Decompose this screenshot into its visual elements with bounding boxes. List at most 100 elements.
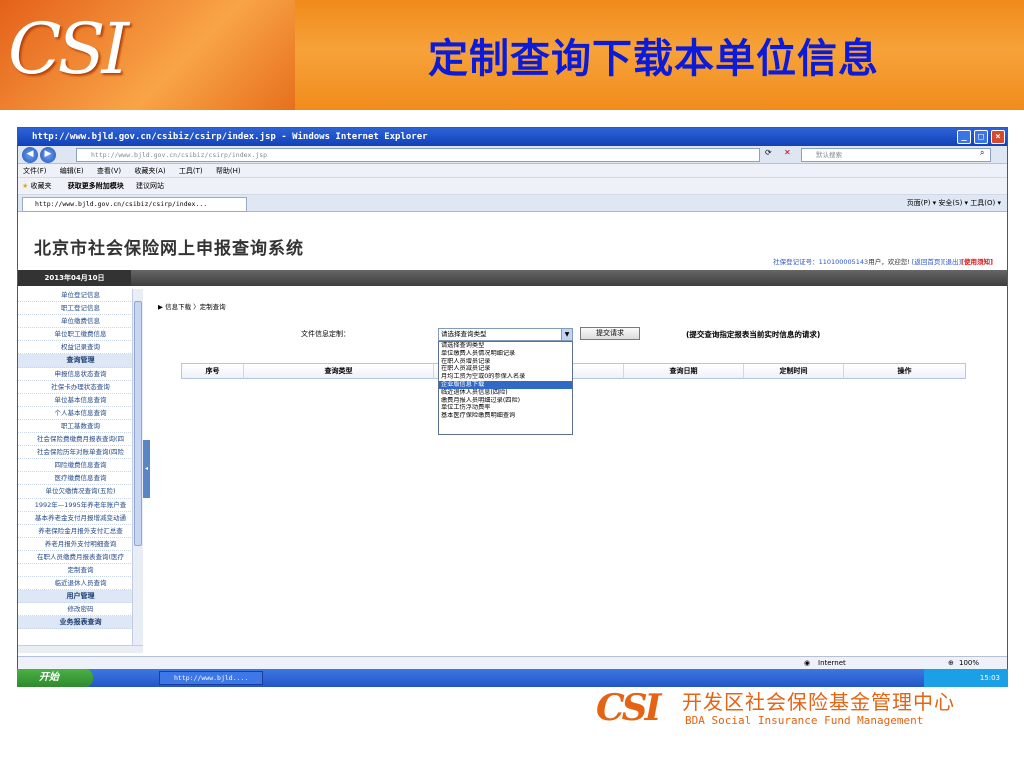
user-info: 社保登记证号：110100005143用户，欢迎您! [返回首页][退出][使用… [773, 256, 993, 266]
submit-button[interactable]: 提交请求 [580, 327, 640, 340]
col-header: 查询类型 [244, 364, 434, 378]
favorites-button[interactable]: 收藏夹 [31, 182, 52, 190]
command-bar[interactable]: 页面(P) ▾ 安全(S) ▾ 工具(O) ▾ [907, 195, 1001, 212]
home-link[interactable]: [返回首页] [912, 258, 943, 266]
sidebar-item[interactable]: 单位登记信息 [18, 289, 143, 303]
csi-logo: CSI [0, 0, 295, 110]
exit-link[interactable]: [退出] [943, 258, 961, 266]
sidebar-item[interactable]: 在职人员缴费月报表查询(医疗 [18, 551, 143, 564]
tab-current[interactable]: http://www.bjld.gov.cn/csibiz/csirp/inde… [22, 197, 247, 212]
taskbar-ie-item[interactable]: http://www.bjld.... [159, 671, 263, 685]
sidebar-item[interactable]: 单位职工缴费信息 [18, 328, 143, 342]
sidebar-item[interactable]: 申报信息状态查询 [18, 368, 143, 381]
dropdown-option[interactable]: 临近退休人员信息(四险) [439, 389, 572, 397]
minimize-button[interactable]: _ [957, 130, 971, 144]
sidebar-item[interactable]: 1992年—1995年养老年账户查 [18, 499, 143, 512]
breadcrumb: ▶ 信息下载 〉定制查询 [158, 303, 226, 311]
window-titlebar: http://www.bjld.gov.cn/csibiz/csirp/inde… [18, 128, 1007, 146]
start-button[interactable]: 开始 [17, 669, 93, 687]
query-type-dropdown[interactable]: 请选择查询类型 单位缴费人员情况明细记录 在职人员增员记录 在职人员减员记录 月均工资为… [438, 341, 573, 435]
sidebar-item[interactable]: 单位缴费信息 [18, 315, 143, 329]
sidebar-item[interactable]: 社会保险费缴费月报表查询(四 [18, 433, 143, 447]
sidebar-item[interactable]: 修改密码 [18, 603, 143, 617]
address-bar[interactable]: http://www.bjld.gov.cn/csibiz/csirp/inde… [76, 148, 760, 162]
welcome-text: 用户，欢迎您! [868, 258, 910, 266]
sidebar-item[interactable]: 养老月报外支付明细查询 [18, 538, 143, 551]
slide-title: 定制查询下载本单位信息 [428, 36, 879, 82]
favorites-bar: ★ 收藏夹 获取更多附加模块 建议网站 [18, 178, 1007, 195]
result-table: 序号 查询类型 查询日期 定制时间 操作 [181, 363, 966, 379]
collapse-sidebar-button[interactable]: ◂ [143, 440, 150, 498]
dropdown-option[interactable]: 企业版信息下载 [439, 380, 572, 389]
dropdown-option[interactable]: 缴费月报人员明细过录(四险) [439, 397, 572, 405]
form-label: 文件信息定制： [301, 330, 350, 338]
sidebar-item[interactable]: 社会保险历年对账单查询(四险 [18, 446, 143, 460]
tab-row: http://www.bjld.gov.cn/csibiz/csirp/inde… [18, 195, 1007, 212]
search-icon[interactable]: ⌕ [980, 148, 984, 158]
menu-favorites[interactable]: 收藏夹(A) [134, 167, 165, 175]
sidebar-item[interactable]: 职工基数查询 [18, 420, 143, 434]
footer-org-name: 开发区社会保险基金管理中心 [682, 690, 955, 714]
page-content: 北京市社会保险网上申报查询系统 社保登记证号：110100005143用户，欢迎… [18, 212, 1007, 653]
sidebar: 单位登记信息 职工登记信息 单位缴费信息 单位职工缴费信息 权益记录查询 查询管理 申报信息… [18, 289, 143, 645]
dropdown-option[interactable]: 月均工资为空或0的参保人名录 [439, 373, 572, 381]
col-header: 查询日期 [624, 364, 744, 378]
dropdown-option[interactable]: 在职人员增员记录 [439, 358, 572, 366]
sidebar-item[interactable]: 定制查询 [18, 564, 143, 578]
user-id: 110100005143 [818, 258, 869, 266]
scroll-thumb[interactable] [134, 301, 142, 546]
search-input[interactable]: 默认搜索 [801, 148, 991, 162]
col-header: 操作 [844, 364, 965, 378]
ie-window: http://www.bjld.gov.cn/csibiz/csirp/inde… [17, 127, 1008, 687]
sidebar-item[interactable]: 养老保险金月报外支付汇总查 [18, 525, 143, 538]
sidebar-item[interactable]: 四险缴费信息查询 [18, 459, 143, 473]
stop-icon[interactable]: ✕ [784, 148, 791, 157]
col-header: 定制时间 [744, 364, 844, 378]
menu-tools[interactable]: 工具(T) [179, 167, 203, 175]
sidebar-item[interactable]: 单位基本信息查询 [18, 394, 143, 407]
sidebar-section-header[interactable]: 用户管理 [18, 590, 143, 604]
refresh-icon[interactable]: ⟳ [765, 148, 772, 157]
sidebar-section-header[interactable]: 查询管理 [18, 354, 143, 368]
hint-text: (提交查询指定报表当前实时信息的请求) [686, 330, 821, 339]
sidebar-item[interactable]: 单位欠缴情况查询(五险) [18, 485, 143, 499]
menu-help[interactable]: 帮助(H) [216, 167, 241, 175]
back-button[interactable]: ◀ [22, 147, 38, 163]
fav-suggested-link[interactable]: 建议网站 [136, 182, 164, 190]
dropdown-option[interactable]: 单位缴费人员情况明细记录 [439, 350, 572, 358]
col-header: 序号 [182, 364, 244, 378]
fav-addons-link[interactable]: 获取更多附加模块 [68, 182, 124, 190]
sidebar-item[interactable]: 权益记录查询 [18, 341, 143, 355]
system-tray: 15:03 [924, 669, 1008, 687]
select-value: 请选择查询类型 [441, 330, 487, 338]
menu-edit[interactable]: 编辑(E) [60, 167, 84, 175]
address-row: ◀ ▶ http://www.bjld.gov.cn/csibiz/csirp/… [18, 146, 1007, 164]
sidebar-item[interactable]: 社保卡办理状态查询 [18, 381, 143, 394]
horizontal-scrollbar[interactable] [18, 645, 143, 653]
sidebar-item[interactable]: 基本养老金支付月报增减变动通 [18, 512, 143, 525]
chevron-down-icon[interactable]: ▼ [561, 329, 572, 340]
menu-view[interactable]: 查看(V) [97, 167, 121, 175]
sidebar-item[interactable]: 医疗缴费信息查询 [18, 472, 143, 486]
taskbar: 开始 http://www.bjld.... 15:03 [17, 669, 1008, 687]
maximize-button[interactable]: □ [974, 130, 988, 144]
close-button[interactable]: × [991, 130, 1005, 144]
query-type-select[interactable]: 请选择查询类型 ▼ [438, 328, 573, 341]
dropdown-option[interactable]: 请选择查询类型 [439, 342, 572, 350]
dropdown-option[interactable]: 在职人员减员记录 [439, 365, 572, 373]
notice-link[interactable]: [使用须知] [961, 258, 993, 266]
dropdown-option[interactable]: 单位工伤浮动费率 [439, 404, 572, 412]
dropdown-option[interactable]: 基本医疗保险缴费明细查询 [439, 412, 572, 420]
sidebar-item[interactable]: 个人基本信息查询 [18, 407, 143, 420]
sidebar-item[interactable]: 临近退休人员查询 [18, 577, 143, 591]
sidebar-scrollbar[interactable] [132, 289, 143, 645]
menu-file[interactable]: 文件(F) [23, 167, 47, 175]
forward-button[interactable]: ▶ [40, 147, 56, 163]
nav-bar [18, 270, 1007, 286]
logo-text: CSI [8, 8, 129, 90]
clock: 15:03 [979, 674, 1000, 682]
sidebar-item[interactable]: 职工登记信息 [18, 302, 143, 316]
date-label: 2013年04月10日 [18, 270, 131, 286]
status-bar: ◉ Internet ⊕ 100% [18, 656, 1007, 670]
sidebar-section-header[interactable]: 业务报表查询 [18, 616, 143, 630]
